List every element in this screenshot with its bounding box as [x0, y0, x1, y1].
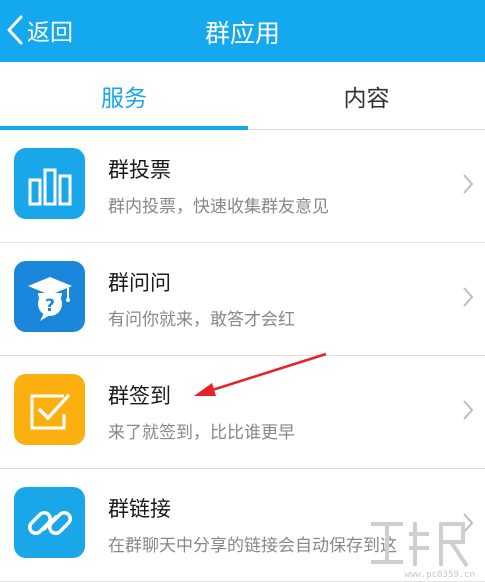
item-description: 来了就签到，比比谁更早	[108, 423, 295, 443]
top-bar: 返回 群应用	[0, 0, 485, 62]
chevron-right-icon	[463, 174, 474, 194]
item-title: 群投票	[108, 158, 171, 182]
tab-content[interactable]: 内容	[248, 62, 485, 130]
tab-bar: 服务 内容	[0, 62, 485, 130]
graduation-question-icon: ?	[14, 261, 85, 332]
list-item-ask[interactable]: ? 群问问 有问你就来，敢答才会红	[0, 243, 485, 356]
tab-service[interactable]: 服务	[0, 62, 248, 130]
list-item-vote[interactable]: 群投票 群内投票，快速收集群友意见	[0, 130, 485, 243]
bar-chart-icon	[14, 148, 85, 219]
item-description: 在群聊天中分享的链接会自动保存到这	[108, 536, 397, 556]
item-title: 群链接	[108, 497, 171, 521]
item-description: 有问你就来，敢答才会红	[108, 310, 295, 330]
page-title: 群应用	[204, 19, 280, 48]
checkbox-icon	[14, 374, 85, 445]
chevron-right-icon	[463, 400, 474, 420]
item-description: 群内投票，快速收集群友意见	[108, 197, 329, 217]
chevron-right-icon	[463, 287, 474, 307]
watermark-site: www.pc0359.cn	[404, 570, 475, 580]
item-title: 群签到	[108, 384, 171, 408]
item-title: 群问问	[108, 271, 171, 295]
svg-text:?: ?	[45, 296, 55, 316]
link-icon	[14, 487, 85, 558]
list-item-checkin[interactable]: 群签到 来了就签到，比比谁更早	[0, 356, 485, 469]
